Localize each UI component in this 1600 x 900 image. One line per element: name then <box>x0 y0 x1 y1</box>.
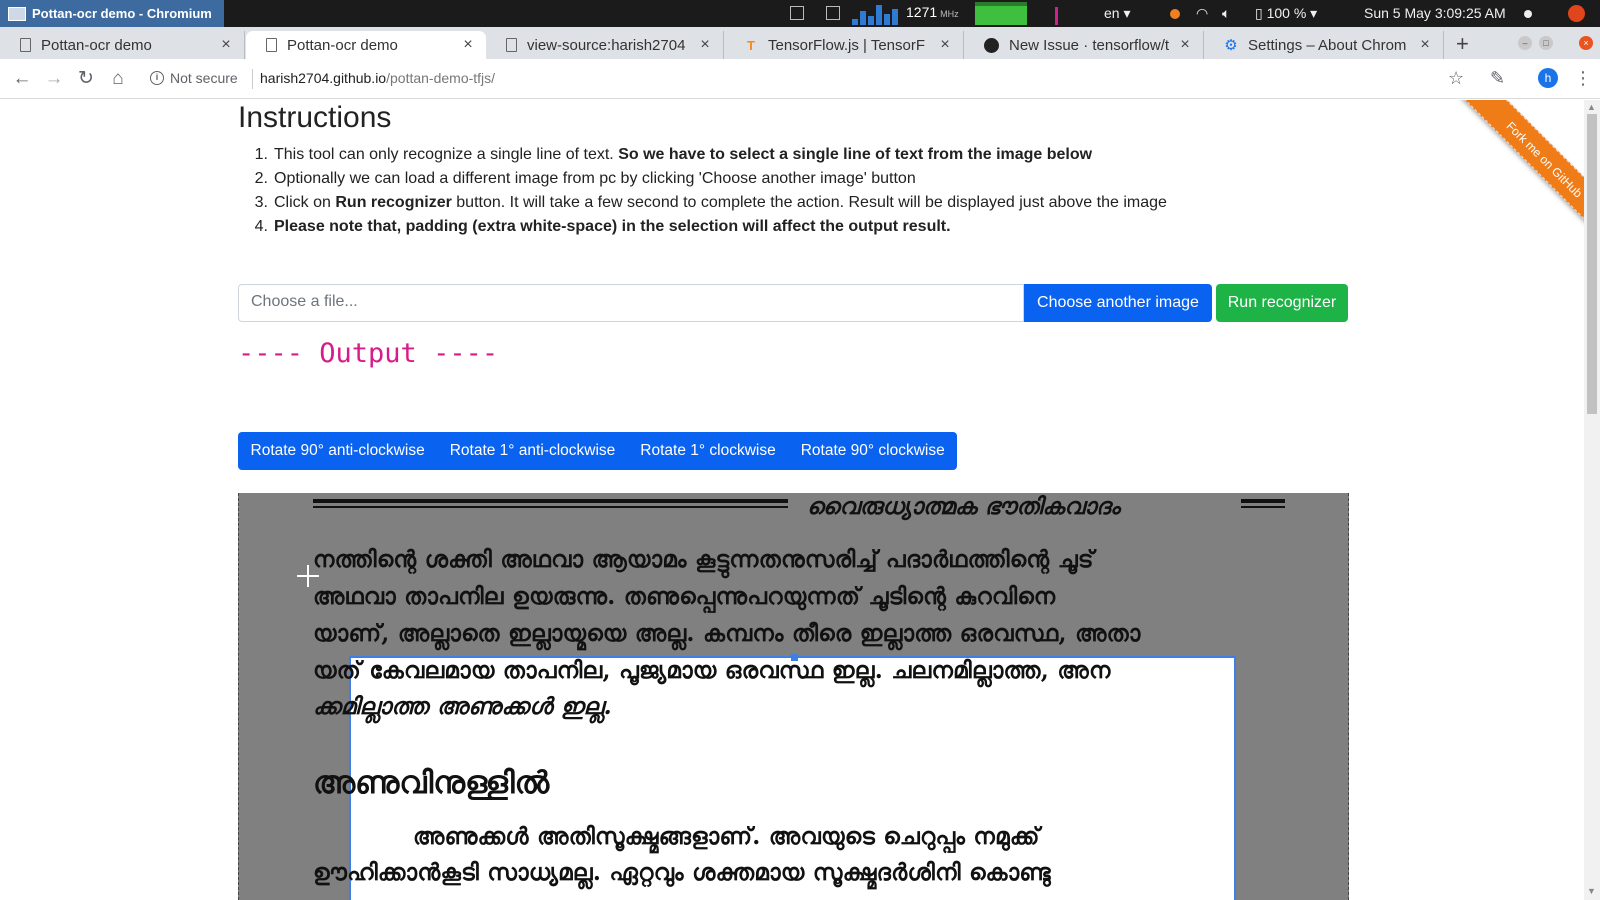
list-item: 4. Please note that, padding (extra whit… <box>254 218 951 235</box>
wifi-icon[interactable]: ◠ <box>1196 5 1208 22</box>
tab-pottan-ocr-2[interactable]: Pottan-ocr demo × <box>246 31 486 59</box>
tab-tensorflow[interactable]: T TensorFlow.js | TensorF × <box>724 31 964 59</box>
rotate-1-anticlockwise-button[interactable]: Rotate 1° anti-clockwise <box>437 432 628 470</box>
tab-strip: Pottan-ocr demo × Pottan-ocr demo × view… <box>0 27 1600 59</box>
workspace-switcher-icon[interactable] <box>790 6 804 20</box>
system-monitor-icon[interactable] <box>826 6 840 20</box>
network-graph <box>1033 2 1073 25</box>
extension-icon[interactable]: ✎ <box>1490 68 1505 89</box>
scrollbar-thumb[interactable] <box>1587 114 1597 414</box>
page-icon <box>506 38 517 52</box>
scan-text-line: യാണ്, അല്ലാതെ ഇല്ലായ്മയെ അല്ല. കമ്പനം തീ… <box>313 620 1141 647</box>
scan-header: വൈരുധ്യാത്മക ഭൗതികവാദം <box>313 493 1303 523</box>
battery-indicator[interactable]: ▯ 100 % ▾ <box>1255 5 1317 22</box>
scan-text-line: അണുക്കൾ അതിസൂക്ഷ്മങ്ങളാണ്. അവയുടെ ചെറുപ്… <box>413 823 1040 850</box>
close-tab-icon[interactable]: × <box>935 36 955 54</box>
tab-pottan-ocr-1[interactable]: Pottan-ocr demo × <box>0 31 245 59</box>
github-ribbon[interactable]: Fork me on GitHub <box>1440 100 1584 244</box>
memory-graph <box>975 2 1027 25</box>
volume-icon[interactable]: 🔈︎ <box>1222 5 1230 22</box>
image-crop-canvas[interactable]: വൈരുധ്യാത്മക ഭൗതികവാദം നത്തിന്റെ ശക്തി അ… <box>238 493 1349 900</box>
page-icon <box>266 38 277 52</box>
scan-text-line: നത്തിന്റെ ശക്തി അഥവാ ആയാമം കൂട്ടുന്നതനുസ… <box>313 546 1094 573</box>
rotate-1-clockwise-button[interactable]: Rotate 1° clockwise <box>628 432 788 470</box>
output-label: ---- Output ---- <box>238 338 499 369</box>
bookmark-star-icon[interactable]: ☆ <box>1448 68 1464 89</box>
close-tab-icon[interactable]: × <box>695 36 715 54</box>
rotate-90-clockwise-button[interactable]: Rotate 90° clockwise <box>788 432 957 470</box>
site-info[interactable]: i Not secure <box>150 70 238 86</box>
notification-dot-icon[interactable] <box>1170 9 1180 19</box>
scan-header-text: വൈരുധ്യാത്മക ഭൗതികവാദം <box>807 493 1120 520</box>
tab-view-source[interactable]: view-source:harish2704 × <box>486 31 724 59</box>
forward-arrow-icon[interactable]: → <box>42 67 66 91</box>
scan-section-heading: അണുവിനുള്ളിൽ <box>313 765 550 801</box>
scan-text-line: ഊഹിക്കാൻകൂടി സാധ്യമല്ല. ഏറ്റവും ശക്തമായ … <box>313 859 1051 886</box>
scroll-down-arrow-icon[interactable]: ▼ <box>1587 886 1596 896</box>
omnibox-separator <box>252 69 253 89</box>
page-scrollbar[interactable]: ▲ ▼ <box>1584 100 1600 900</box>
tab-settings-about[interactable]: ⚙ Settings – About Chrom × <box>1204 31 1444 59</box>
reload-icon[interactable]: ↻ <box>74 67 98 91</box>
info-icon: i <box>150 71 164 85</box>
list-item: 1. This tool can only recognize a single… <box>254 146 1093 163</box>
close-tab-icon[interactable]: × <box>216 36 236 54</box>
address-bar[interactable]: harish2704.github.io/pottan-demo-tfjs/ <box>260 70 495 86</box>
scroll-up-arrow-icon[interactable]: ▲ <box>1587 102 1596 112</box>
home-icon[interactable]: ⌂ <box>106 67 130 91</box>
window-minimize-icon[interactable]: – <box>1518 36 1532 50</box>
list-item: 3. Click on Run recognizer button. It wi… <box>254 194 1167 211</box>
tensorflow-icon: T <box>747 37 755 53</box>
security-label: Not secure <box>170 70 238 86</box>
close-tab-icon[interactable]: × <box>458 36 478 54</box>
settings-gear-icon: ⚙ <box>1224 37 1238 54</box>
session-menu-icon[interactable] <box>1568 5 1585 22</box>
os-active-window[interactable]: Pottan-ocr demo - Chromium <box>0 0 224 27</box>
clock[interactable]: Sun 5 May 3:09:25 AM <box>1364 5 1506 21</box>
file-input[interactable]: Choose a file... <box>238 284 1024 322</box>
os-window-title-text: Pottan-ocr demo - Chromium <box>32 6 212 21</box>
page-icon <box>20 38 31 52</box>
kebab-menu-icon[interactable]: ⋮ <box>1574 68 1592 89</box>
profile-avatar[interactable]: h <box>1538 68 1558 88</box>
cpu-frequency: 1271 MHz <box>906 4 959 20</box>
list-item: 2. Optionally we can load a different im… <box>254 170 916 187</box>
instructions-list: 1. This tool can only recognize a single… <box>238 146 1167 242</box>
fork-me-ribbon[interactable]: Fork me on GitHub <box>1453 100 1584 244</box>
new-tab-plus-icon[interactable]: + <box>1456 31 1469 57</box>
page-content: Instructions 1. This tool can only recog… <box>0 100 1584 900</box>
keyboard-layout[interactable]: en ▾ <box>1104 5 1131 22</box>
cpu-graph <box>850 2 900 25</box>
clock-dot-icon <box>1524 10 1532 18</box>
close-tab-icon[interactable]: × <box>1415 36 1435 54</box>
rotate-90-anticlockwise-button[interactable]: Rotate 90° anti-clockwise <box>238 432 437 470</box>
scan-text-line: യത് കേവലമായ താപനില, പൂജ്യമായ ഒരവസ്ഥ ഇല്ല… <box>313 657 1111 684</box>
choose-another-image-button[interactable]: Choose another image <box>1024 284 1212 322</box>
crosshair-cursor-icon <box>297 565 319 587</box>
scan-text-line: ക്കമില്ലാത്ത അണുക്കൾ ഇല്ല. <box>313 693 612 720</box>
window-app-icon <box>8 6 26 21</box>
page-title: Instructions <box>238 101 392 134</box>
scan-text-line: അഥവാ താപനില ഉയരുന്നു. തണുപ്പെന്നുപറയുന്ന… <box>313 583 1056 610</box>
back-arrow-icon[interactable]: ← <box>10 67 34 91</box>
github-icon <box>984 37 999 53</box>
tab-github-issue[interactable]: New Issue · tensorflow/t × <box>964 31 1204 59</box>
close-tab-icon[interactable]: × <box>1175 36 1195 54</box>
run-recognizer-button[interactable]: Run recognizer <box>1216 284 1348 322</box>
window-maximize-icon[interactable]: □ <box>1539 36 1553 50</box>
os-top-panel: Pottan-ocr demo - Chromium 1271 MHz en ▾ … <box>0 0 1600 27</box>
rotate-button-group: Rotate 90° anti-clockwise Rotate 1° anti… <box>238 432 958 470</box>
window-close-icon[interactable]: × <box>1579 36 1593 50</box>
browser-toolbar: ← → ↻ ⌂ i Not secure harish2704.github.i… <box>0 59 1600 99</box>
